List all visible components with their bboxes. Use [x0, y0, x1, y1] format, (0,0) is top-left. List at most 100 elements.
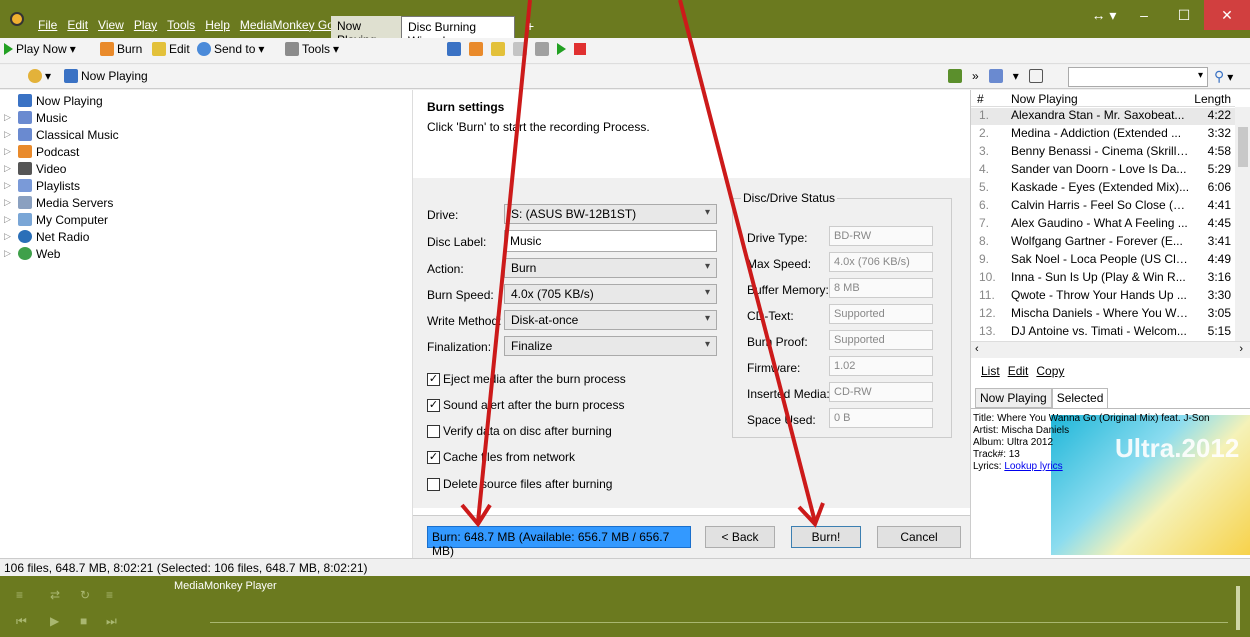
maximize-button[interactable]: ☐ — [1164, 0, 1204, 30]
playlist-row[interactable]: 5. Kaskade - Eyes (Extended Mix)... 6:06 — [971, 180, 1235, 197]
verify-data-checkbox[interactable]: Verify data on disc after burning — [427, 424, 612, 438]
burn-start-button[interactable]: Burn! — [791, 526, 861, 548]
tab-now-playing-info[interactable]: Now Playing — [975, 388, 1052, 408]
new-tab-button[interactable]: + — [520, 15, 544, 37]
column-title[interactable]: Now Playing — [1011, 92, 1078, 106]
tree-item-net-radio[interactable]: ▷ Net Radio — [4, 228, 89, 245]
list-view-icon[interactable] — [988, 69, 1003, 83]
tree-item-music[interactable]: ▷ Music — [4, 109, 67, 126]
play-icon[interactable] — [557, 43, 566, 55]
cancel-button[interactable]: Cancel — [877, 526, 961, 548]
back-button[interactable]: < Back — [705, 526, 775, 548]
tree-item-web[interactable]: ▷ Web — [4, 245, 60, 262]
playlist-scrollbar[interactable] — [1235, 107, 1250, 341]
resize-icon[interactable]: ↔ ▾ — [1084, 0, 1124, 30]
playlist-row[interactable]: 10. Inna - Sun Is Up (Play & Win R... 3:16 — [971, 270, 1235, 287]
tab-selected-info[interactable]: Selected — [1051, 388, 1109, 408]
app-icon[interactable] — [10, 12, 24, 26]
column-number[interactable]: # — [977, 92, 984, 106]
scroll-right-icon[interactable]: › — [1239, 343, 1243, 355]
menu-help[interactable]: Help — [205, 18, 230, 38]
delete-source-checkbox[interactable]: Delete source files after burning — [427, 477, 612, 491]
menu-list[interactable]: List — [981, 364, 1000, 378]
menu-gold[interactable]: MediaMonkey Gold — [240, 18, 343, 38]
cache-files-checkbox[interactable]: ✓ Cache files from network — [427, 450, 575, 464]
stop-icon[interactable]: ■ — [80, 614, 87, 628]
close-button[interactable]: ✕ — [1204, 0, 1250, 30]
lookup-lyrics-link[interactable]: Lookup lyrics — [1004, 461, 1062, 472]
equalizer-icon[interactable]: ≡ — [16, 588, 23, 602]
playlist-row[interactable]: 12. Mischa Daniels - Where You Wa... 3:05 — [971, 306, 1235, 323]
chevron-down-icon[interactable]: ▾ — [1013, 69, 1019, 83]
properties-icon[interactable] — [535, 42, 549, 56]
edit-icon[interactable] — [491, 42, 505, 56]
menu-edit[interactable]: Edit — [1008, 364, 1029, 378]
tree-item-classical-music[interactable]: ▷ Classical Music — [4, 126, 119, 143]
previous-icon[interactable]: ⏮ — [16, 614, 27, 629]
finalization-select[interactable]: Finalize ▾ — [504, 336, 717, 356]
seek-bar[interactable] — [210, 622, 1228, 623]
playlist-row[interactable]: 9. Sak Noel - Loca People (US Cle... 4:49 — [971, 252, 1235, 269]
search-button[interactable]: ⚲ ▾ — [1214, 68, 1233, 85]
drive-select[interactable]: S: (ASUS BW-12B1ST) ▾ — [504, 204, 717, 224]
minimize-button[interactable]: – — [1124, 0, 1164, 30]
scroll-left-icon[interactable]: ‹ — [975, 343, 979, 355]
tree-item-now-playing[interactable]: Now Playing — [4, 92, 103, 109]
burn-speed-select[interactable]: 4.0x (705 KB/s) ▾ — [504, 284, 717, 304]
columns-icon[interactable] — [1028, 69, 1043, 83]
playlist-icon[interactable]: ≡ — [106, 588, 113, 602]
eject-media-checkbox[interactable]: ✓ Eject media after the burn process — [427, 372, 626, 386]
repeat-icon[interactable]: ↻ — [80, 588, 90, 602]
tab-now-playing[interactable]: Now Playing — [331, 16, 401, 47]
disc-label-input[interactable]: Music — [504, 230, 717, 252]
menu-view[interactable]: View — [98, 18, 124, 38]
tools-button[interactable]: Tools ▾ — [285, 42, 339, 56]
volume-slider[interactable] — [1236, 586, 1240, 630]
wizard-footer: Burn: 648.7 MB (Available: 656.7 MB / 65… — [413, 515, 970, 558]
send-to-button[interactable]: Send to ▾ — [197, 42, 264, 56]
tree-item-my-computer[interactable]: ▷ My Computer — [4, 211, 108, 228]
write-method-select[interactable]: Disk-at-once ▾ — [504, 310, 717, 330]
tree-item-media-servers[interactable]: ▷ Media Servers — [4, 194, 113, 211]
breadcrumb[interactable]: Now Playing — [64, 69, 148, 83]
tab-disc-burning-wizard[interactable]: Disc Burning Wizard — [401, 16, 515, 48]
back-nav-button[interactable]: ▾ — [28, 69, 51, 83]
playlist-row[interactable]: 6. Calvin Harris - Feel So Close (E... 4:4… — [971, 198, 1235, 215]
burn-button[interactable]: Burn — [100, 42, 142, 56]
tree-item-podcast[interactable]: ▷ Podcast — [4, 143, 79, 160]
shuffle-icon[interactable]: ⇄ — [50, 588, 60, 602]
menu-tools[interactable]: Tools — [167, 18, 195, 38]
play-icon[interactable]: ▶ — [50, 614, 59, 628]
menu-copy[interactable]: Copy — [1036, 364, 1064, 378]
playlist-row[interactable]: 11. Qwote - Throw Your Hands Up ... 3:30 — [971, 288, 1235, 305]
stop-icon[interactable] — [574, 43, 586, 55]
sound-alert-checkbox[interactable]: ✓ Sound alert after the burn process — [427, 398, 624, 412]
column-length[interactable]: Length — [1194, 92, 1231, 106]
burn-settings-panel: Drive: S: (ASUS BW-12B1ST) ▾ Disc Label: … — [413, 178, 970, 508]
menu-play[interactable]: Play — [134, 18, 157, 38]
next-icon[interactable]: ⏭ — [106, 614, 117, 629]
tree-item-video[interactable]: ▷ Video — [4, 160, 66, 177]
menu-edit[interactable]: Edit — [67, 18, 88, 38]
menu-file[interactable]: File — [38, 18, 57, 38]
scroll-thumb[interactable] — [1238, 127, 1248, 167]
playlist-row[interactable]: 2. Medina - Addiction (Extended ... 3:32 — [971, 126, 1235, 143]
playlist-row[interactable]: 4. Sander van Doorn - Love Is Da... 5:29 — [971, 162, 1235, 179]
playlist-row[interactable]: 13. DJ Antoine vs. Timati - Welcom... 5:15 — [971, 324, 1235, 341]
music-icon[interactable] — [447, 42, 461, 56]
chevron-down-icon[interactable]: ▾ — [1198, 70, 1203, 81]
action-select[interactable]: Burn ▾ — [504, 258, 717, 278]
playlist-row[interactable]: 8. Wolfgang Gartner - Forever (E... 3:41 — [971, 234, 1235, 251]
playlist-hscrollbar[interactable]: ‹ › — [971, 341, 1250, 358]
edit-button[interactable]: Edit — [152, 42, 190, 56]
overflow-icon[interactable]: » — [972, 69, 979, 83]
burn-icon[interactable] — [469, 42, 483, 56]
playlist-row[interactable]: 1. Alexandra Stan - Mr. Saxobeat... 4:22 — [971, 108, 1235, 125]
playlist-row[interactable]: 3. Benny Benassi - Cinema (Skrille... 4:58 — [971, 144, 1235, 161]
playlist-row[interactable]: 7. Alex Gaudino - What A Feeling ... 4:45 — [971, 216, 1235, 233]
layout-icon[interactable] — [948, 69, 962, 83]
play-now-button[interactable]: Play Now ▾ — [4, 42, 76, 56]
copy-icon[interactable] — [513, 42, 527, 56]
search-input[interactable]: ▾ — [1068, 67, 1208, 87]
tree-item-playlists[interactable]: ▷ Playlists — [4, 177, 80, 194]
